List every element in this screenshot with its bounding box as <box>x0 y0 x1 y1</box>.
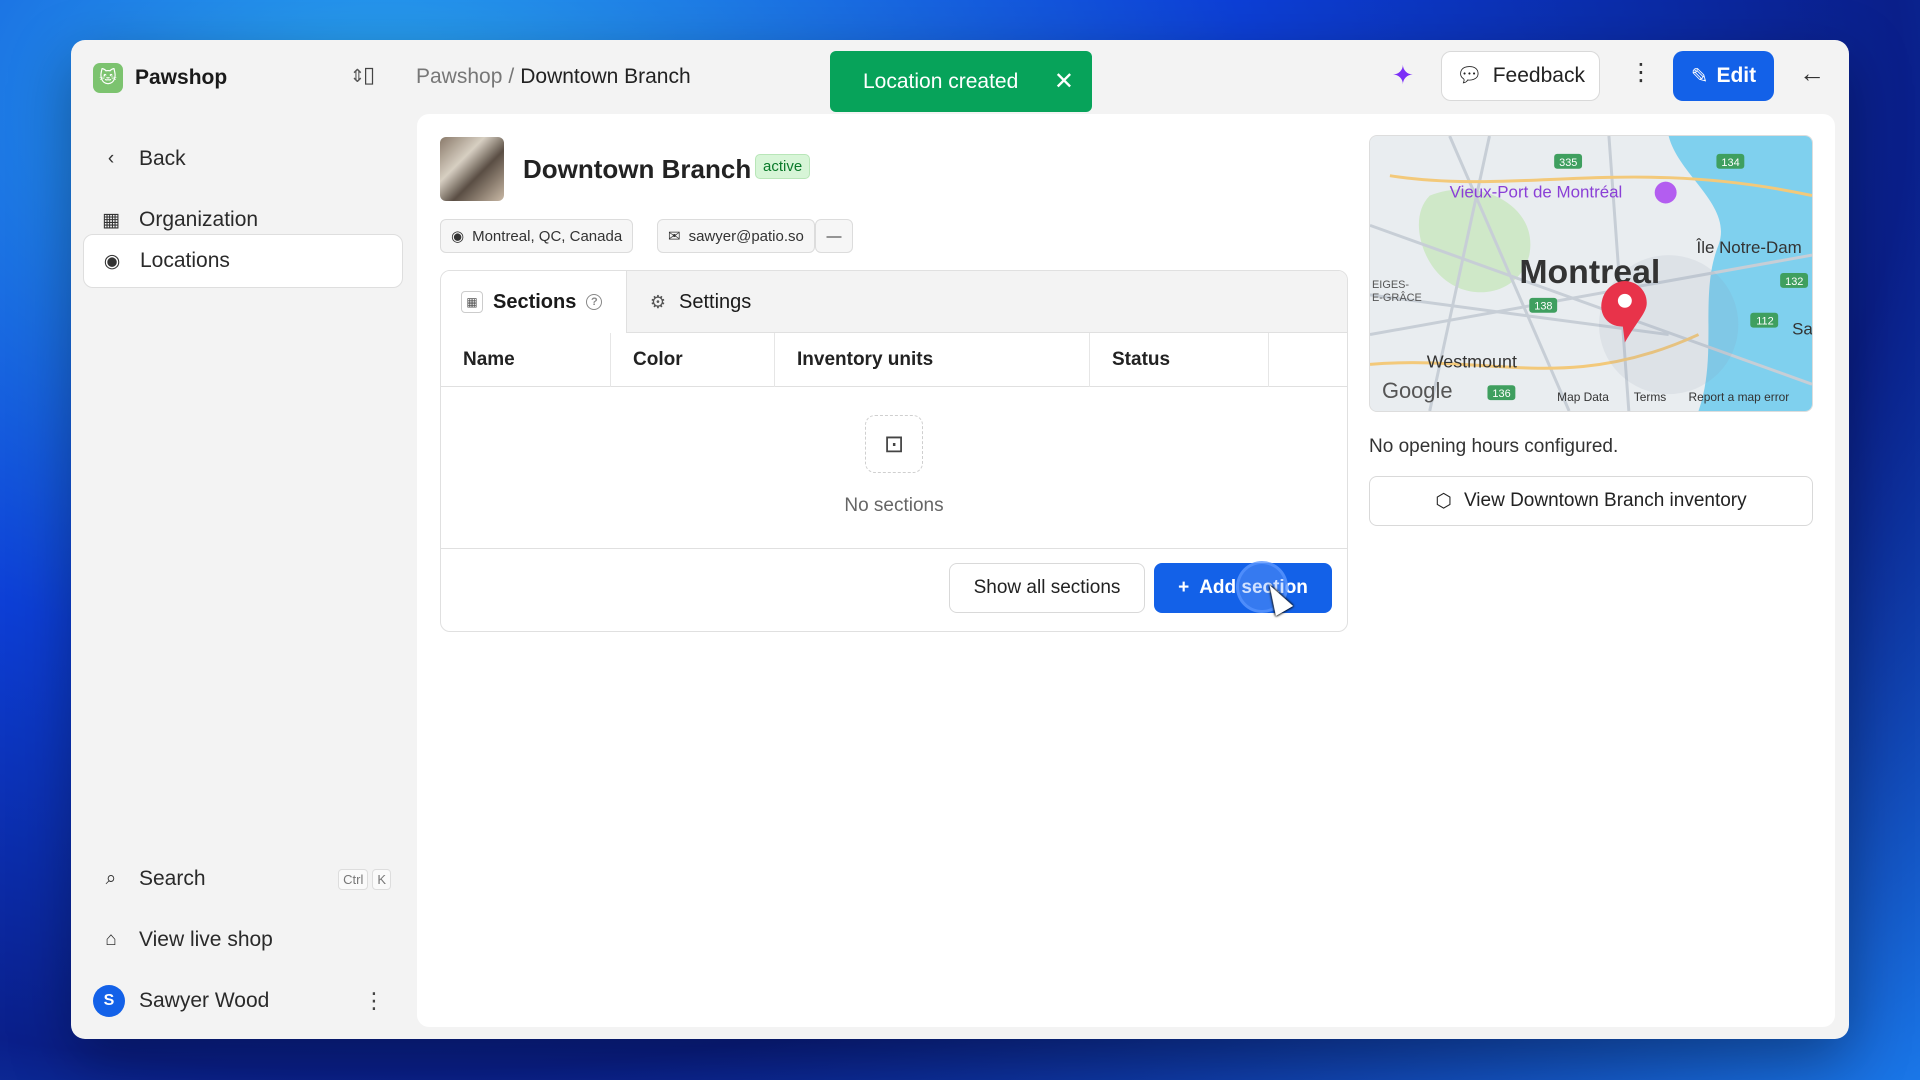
view-inventory-label: View Downtown Branch inventory <box>1463 490 1747 511</box>
sidebar: 🐱 Pawshop ⇕ ‹ Back ▦ Organization ◉ Loca… <box>71 40 417 1039</box>
inbox-icon: ⊡ <box>865 415 923 473</box>
map-pin-icon: ◉ <box>103 250 121 272</box>
pencil-icon: ✎ <box>1690 64 1709 88</box>
building-icon: ▦ <box>102 209 120 231</box>
map-side-label: Sai <box>1792 320 1812 339</box>
sidebar-item-label: Organization <box>139 208 259 231</box>
feedback-label: Feedback <box>1492 64 1585 87</box>
svg-text:EIGES-: EIGES- <box>1372 279 1409 291</box>
avatar: S <box>93 985 125 1017</box>
show-all-sections-button[interactable]: Show all sections <box>949 563 1145 613</box>
app-window: 🐱 Pawshop ⇕ ‹ Back ▦ Organization ◉ Loca… <box>71 40 1849 1039</box>
mail-icon: ✉ <box>668 228 681 245</box>
empty-state: ⊡ No sections <box>441 387 1347 549</box>
location-thumbnail <box>440 137 504 201</box>
tab-label: Settings <box>679 290 752 313</box>
svg-text:112: 112 <box>1756 316 1773 328</box>
kbd-ctrl: Ctrl <box>338 868 369 890</box>
breadcrumb: Pawshop / Downtown Branch <box>416 65 691 89</box>
column-header-name[interactable]: Name <box>441 333 611 387</box>
close-icon[interactable]: ✕ <box>1054 67 1074 96</box>
email-text: sawyer@patio.so <box>688 227 804 245</box>
edit-button[interactable]: ✎ Edit <box>1673 51 1774 101</box>
sidebar-item-locations[interactable]: ◉ Locations <box>83 234 403 288</box>
map-district-label: Westmount <box>1427 351 1517 371</box>
more-vertical-icon[interactable]: ⋮ <box>363 988 385 1014</box>
tab-label: Sections <box>493 290 577 313</box>
map-terms-link: Terms <box>1634 390 1667 404</box>
breadcrumb-current: Downtown Branch <box>520 65 691 88</box>
address-chip[interactable]: ◉ Montreal, QC, Canada <box>440 219 634 253</box>
kbd-k: K <box>372 868 391 890</box>
tab-settings[interactable]: ⚙ Settings <box>647 271 751 333</box>
grid-icon: ▦ <box>461 291 483 313</box>
svg-text:134: 134 <box>1721 157 1739 169</box>
svg-text:132: 132 <box>1785 276 1803 288</box>
opening-hours-text: No opening hours configured. <box>1369 436 1619 457</box>
sidebar-item-label: Search <box>139 867 206 890</box>
sections-card: ▦ Sections ? ⚙ Settings Name Color Inven… <box>440 270 1348 632</box>
address-text: Montreal, QC, Canada <box>472 227 623 245</box>
chat-bubble-icon: 💬︎ <box>1456 64 1483 87</box>
empty-state-text: No sections <box>844 495 944 516</box>
keyboard-shortcut: Ctrl K <box>338 868 391 890</box>
sidebar-item-label: View live shop <box>139 928 273 951</box>
sidebar-item-back[interactable]: ‹ Back <box>83 132 403 186</box>
map-data-link: Map Data <box>1557 390 1609 404</box>
map-island-label: Île Notre-Dam <box>1696 238 1802 257</box>
help-icon[interactable]: ? <box>586 294 603 310</box>
sidebar-item-label: Locations <box>140 249 230 272</box>
package-icon: ⬡ <box>1435 490 1452 512</box>
org-switcher[interactable]: 🐱 Pawshop ⇕ <box>93 60 393 96</box>
column-header-inventory-units[interactable]: Inventory units <box>775 333 1090 387</box>
map-poi-label: Vieux-Port de Montréal <box>1450 183 1623 202</box>
page-title: Downtown Branch <box>523 154 752 184</box>
svg-text:136: 136 <box>1492 388 1510 400</box>
table-header: Name Color Inventory units Status <box>441 333 1347 387</box>
google-logo: Google <box>1382 378 1453 403</box>
email-chip[interactable]: ✉ sawyer@patio.so <box>657 219 815 253</box>
breadcrumb-separator: / <box>508 65 515 88</box>
feedback-button[interactable]: 💬︎ Feedback <box>1441 51 1600 101</box>
sparkle-ai-icon[interactable]: ✦ <box>1392 60 1414 91</box>
sidebar-item-search[interactable]: ⌕ Search Ctrl K <box>83 852 403 906</box>
location-map[interactable]: Vieux-Port de Montréal Montreal Île Notr… <box>1369 135 1813 412</box>
status-badge: active <box>755 154 811 179</box>
column-header-status[interactable]: Status <box>1090 333 1269 387</box>
map-city-label: Montreal <box>1519 253 1660 291</box>
svg-text:335: 335 <box>1559 157 1577 169</box>
map-pin-icon: ◉ <box>451 228 465 245</box>
search-icon: ⌕ <box>105 868 117 889</box>
gear-icon: ⚙ <box>649 291 667 312</box>
sidebar-toggle-icon[interactable]: ▯ <box>363 62 375 88</box>
sidebar-item-label: Back <box>139 147 186 170</box>
empty-value: — <box>826 227 842 245</box>
breadcrumb-parent[interactable]: Pawshop <box>416 65 502 89</box>
org-name: Pawshop <box>135 66 228 89</box>
tab-sections[interactable]: ▦ Sections ? <box>441 271 627 333</box>
pawshop-logo-icon: 🐱 <box>93 63 123 93</box>
tab-bar: ▦ Sections ? ⚙ Settings <box>441 271 1347 333</box>
arrow-left-icon[interactable]: ← <box>1799 58 1825 89</box>
map-report-link: Report a map error <box>1689 390 1790 404</box>
toast-notification: Location created ✕ <box>830 51 1092 112</box>
plus-icon: + <box>1178 577 1190 598</box>
more-vertical-icon[interactable]: ⋮ <box>1629 58 1653 87</box>
user-menu[interactable]: S Sawyer Wood ⋮ <box>83 974 403 1028</box>
sidebar-item-view-live-shop[interactable]: ⌂ View live shop <box>83 913 403 967</box>
edit-label: Edit <box>1716 64 1757 87</box>
chevron-left-icon: ‹ <box>107 148 115 169</box>
svg-text:138: 138 <box>1534 301 1552 313</box>
svg-text:E-GRÂCE: E-GRÂCE <box>1372 291 1422 304</box>
phone-chip[interactable]: — <box>815 219 853 253</box>
user-name: Sawyer Wood <box>139 989 270 1012</box>
storefront-icon: ⌂ <box>105 929 117 950</box>
main-panel: Downtown Branch active ◉ Montreal, QC, C… <box>417 114 1835 1027</box>
map-canvas: Vieux-Port de Montréal Montreal Île Notr… <box>1370 136 1812 411</box>
toast-message: Location created <box>863 69 1019 93</box>
column-header-color[interactable]: Color <box>611 333 775 387</box>
view-inventory-button[interactable]: ⬡ View Downtown Branch inventory <box>1369 476 1813 526</box>
